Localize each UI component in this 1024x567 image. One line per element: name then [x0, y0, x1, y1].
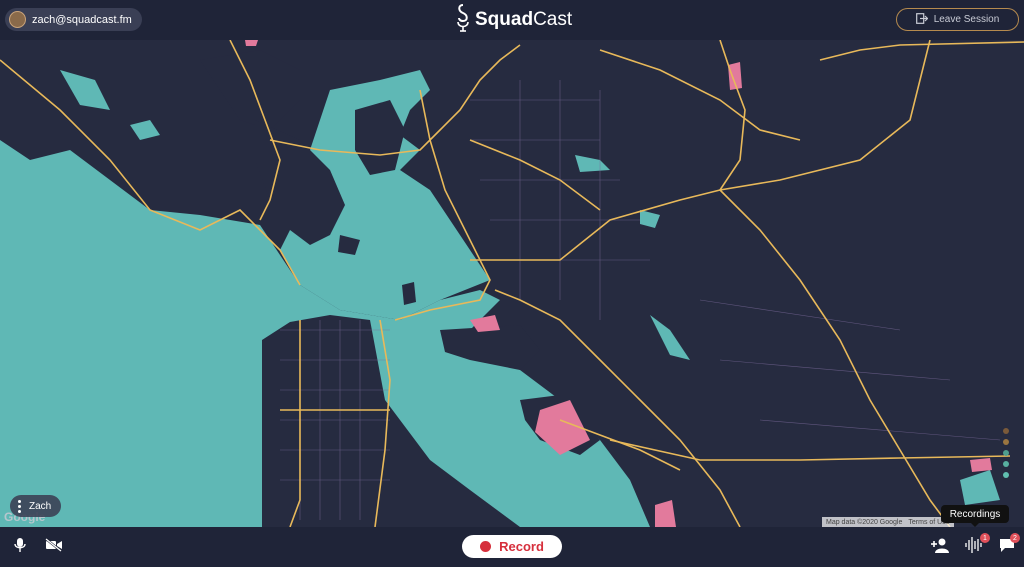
map-canvas — [0, 40, 1024, 527]
chat-button[interactable]: 2 — [997, 533, 1020, 557]
slider-dots — [1003, 428, 1009, 478]
participant-name: Zach — [29, 500, 52, 512]
map-data-text: Map data ©2020 Google — [826, 518, 903, 526]
microphone-icon — [13, 537, 27, 558]
video-off-icon — [45, 537, 63, 557]
record-label: Record — [499, 539, 544, 554]
avatar — [9, 11, 26, 28]
record-dot-icon — [480, 541, 492, 552]
slider-dot[interactable] — [1003, 428, 1009, 434]
slider-dot[interactable] — [1003, 450, 1009, 456]
leave-session-button[interactable]: Leave Session — [896, 8, 1019, 31]
recordings-tooltip: Recordings — [941, 505, 1009, 527]
slider-dot[interactable] — [1003, 439, 1009, 445]
invite-guest-button[interactable] — [930, 537, 950, 557]
top-bar: zach@squadcast.fm SquadCast Leave Sessio… — [0, 0, 1024, 40]
slider-dot[interactable] — [1003, 461, 1009, 467]
participant-name-chip[interactable]: Zach — [10, 495, 62, 517]
user-email: zach@squadcast.fm — [32, 13, 132, 26]
podcast-mic-logo-icon — [455, 3, 471, 38]
video-toggle-button[interactable] — [44, 537, 64, 557]
recordings-badge: 1 — [980, 533, 990, 543]
add-person-icon — [930, 537, 950, 558]
map-attribution: Map data ©2020 Google Terms of Use — [822, 517, 954, 527]
squadcast-logo: SquadCast — [455, 3, 573, 38]
chat-badge: 2 — [1010, 533, 1020, 543]
slider-dot[interactable] — [1003, 472, 1009, 478]
leave-icon — [915, 12, 929, 27]
map-view[interactable] — [0, 40, 1024, 527]
microphone-button[interactable] — [10, 537, 30, 557]
logo-wordmark: SquadCast — [475, 9, 573, 30]
bottom-bar: Record 1 2 — [0, 527, 1024, 567]
record-button[interactable]: Record — [462, 535, 562, 558]
more-options-icon[interactable] — [18, 499, 21, 513]
user-account-chip[interactable]: zach@squadcast.fm — [5, 8, 142, 31]
recordings-button[interactable]: 1 — [963, 533, 990, 557]
leave-session-label: Leave Session — [933, 14, 1000, 25]
